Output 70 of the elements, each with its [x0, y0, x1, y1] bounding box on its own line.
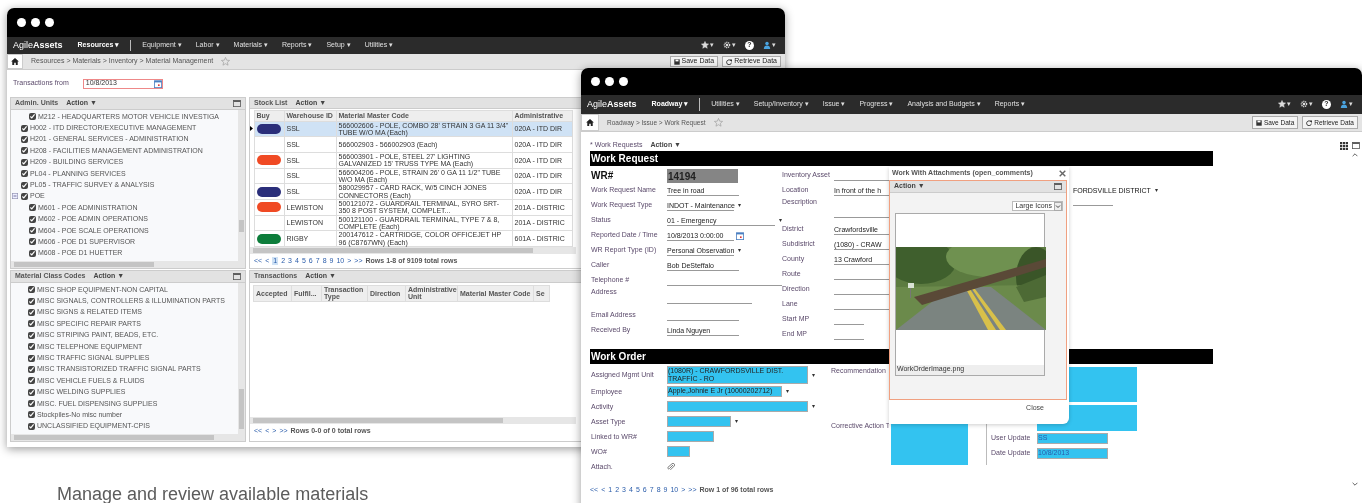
- row-pointer-icon: [250, 126, 253, 132]
- scroll-down-icon[interactable]: [1352, 482, 1358, 486]
- scrollbar[interactable]: [11, 434, 245, 441]
- checkbox[interactable]: [28, 297, 35, 305]
- collapse-icon[interactable]: [12, 193, 18, 200]
- checkbox[interactable]: [21, 124, 28, 132]
- calendar-icon: [153, 79, 162, 88]
- checkbox[interactable]: [21, 170, 28, 178]
- refresh-icon: [726, 58, 733, 65]
- star-icon: [1278, 100, 1286, 109]
- checkbox[interactable]: [21, 147, 28, 155]
- dropdown-field[interactable]: [667, 416, 731, 428]
- home-button[interactable]: [7, 54, 23, 69]
- checkbox[interactable]: [21, 135, 28, 143]
- checkbox[interactable]: [29, 113, 36, 121]
- scrollbar[interactable]: [238, 110, 245, 261]
- checkbox[interactable]: [29, 215, 36, 223]
- input-field[interactable]: [667, 431, 714, 443]
- checkbox[interactable]: [28, 320, 35, 328]
- scroll-up-icon[interactable]: [1352, 153, 1358, 157]
- maximize-icon: [1054, 183, 1062, 190]
- maximize-icon: [233, 100, 241, 107]
- scrollbar[interactable]: [250, 246, 576, 254]
- home-icon: [586, 119, 594, 126]
- scrollbar[interactable]: [250, 416, 576, 424]
- checkbox[interactable]: [28, 286, 35, 294]
- maximize-icon: [233, 273, 241, 280]
- checkbox[interactable]: [21, 192, 28, 200]
- favorite-star-icon: [713, 118, 723, 127]
- user-icon: [1340, 100, 1348, 109]
- text-area[interactable]: [891, 422, 968, 465]
- close-icon[interactable]: [1059, 170, 1066, 177]
- checkbox[interactable]: [29, 227, 36, 235]
- checkbox[interactable]: [28, 331, 35, 339]
- paperclip-icon[interactable]: [667, 462, 675, 471]
- favorite-star-icon: [221, 57, 231, 66]
- dropdown-field[interactable]: [667, 401, 808, 413]
- settings-icon: [1300, 100, 1308, 109]
- settings-icon: [723, 41, 731, 50]
- field-label: WR#: [591, 169, 615, 182]
- star-icon: [701, 41, 709, 50]
- home-icon: [11, 58, 19, 65]
- scrollbar[interactable]: [11, 261, 245, 268]
- grid-view-icon: [1340, 141, 1348, 150]
- refresh-icon: [1306, 119, 1313, 126]
- caption: Manage and review available materials: [57, 484, 369, 503]
- checkbox[interactable]: [28, 365, 35, 373]
- logo[interactable]: AgileAssets: [7, 40, 71, 51]
- checkbox[interactable]: [29, 249, 36, 257]
- checkbox[interactable]: [29, 238, 36, 246]
- scrollbar[interactable]: [238, 283, 245, 434]
- checkbox[interactable]: [29, 204, 36, 212]
- checkbox[interactable]: [28, 308, 35, 316]
- user-icon: [763, 41, 771, 50]
- checkbox[interactable]: [21, 158, 28, 166]
- logo[interactable]: AgileAssets: [581, 99, 645, 110]
- checkbox[interactable]: [28, 411, 35, 419]
- home-button[interactable]: [581, 114, 599, 131]
- checkbox[interactable]: [28, 400, 35, 408]
- maximize-icon: [1352, 141, 1360, 149]
- input-field[interactable]: [667, 446, 690, 458]
- calendar-icon: [736, 231, 744, 240]
- checkbox[interactable]: [21, 181, 28, 189]
- section-header: Work Request: [590, 151, 1213, 166]
- checkbox[interactable]: [28, 422, 35, 430]
- checkbox[interactable]: [28, 388, 35, 396]
- checkbox[interactable]: [28, 354, 35, 362]
- checkbox[interactable]: [28, 377, 35, 385]
- id-field[interactable]: 14194: [667, 168, 738, 183]
- checkbox[interactable]: [28, 343, 35, 351]
